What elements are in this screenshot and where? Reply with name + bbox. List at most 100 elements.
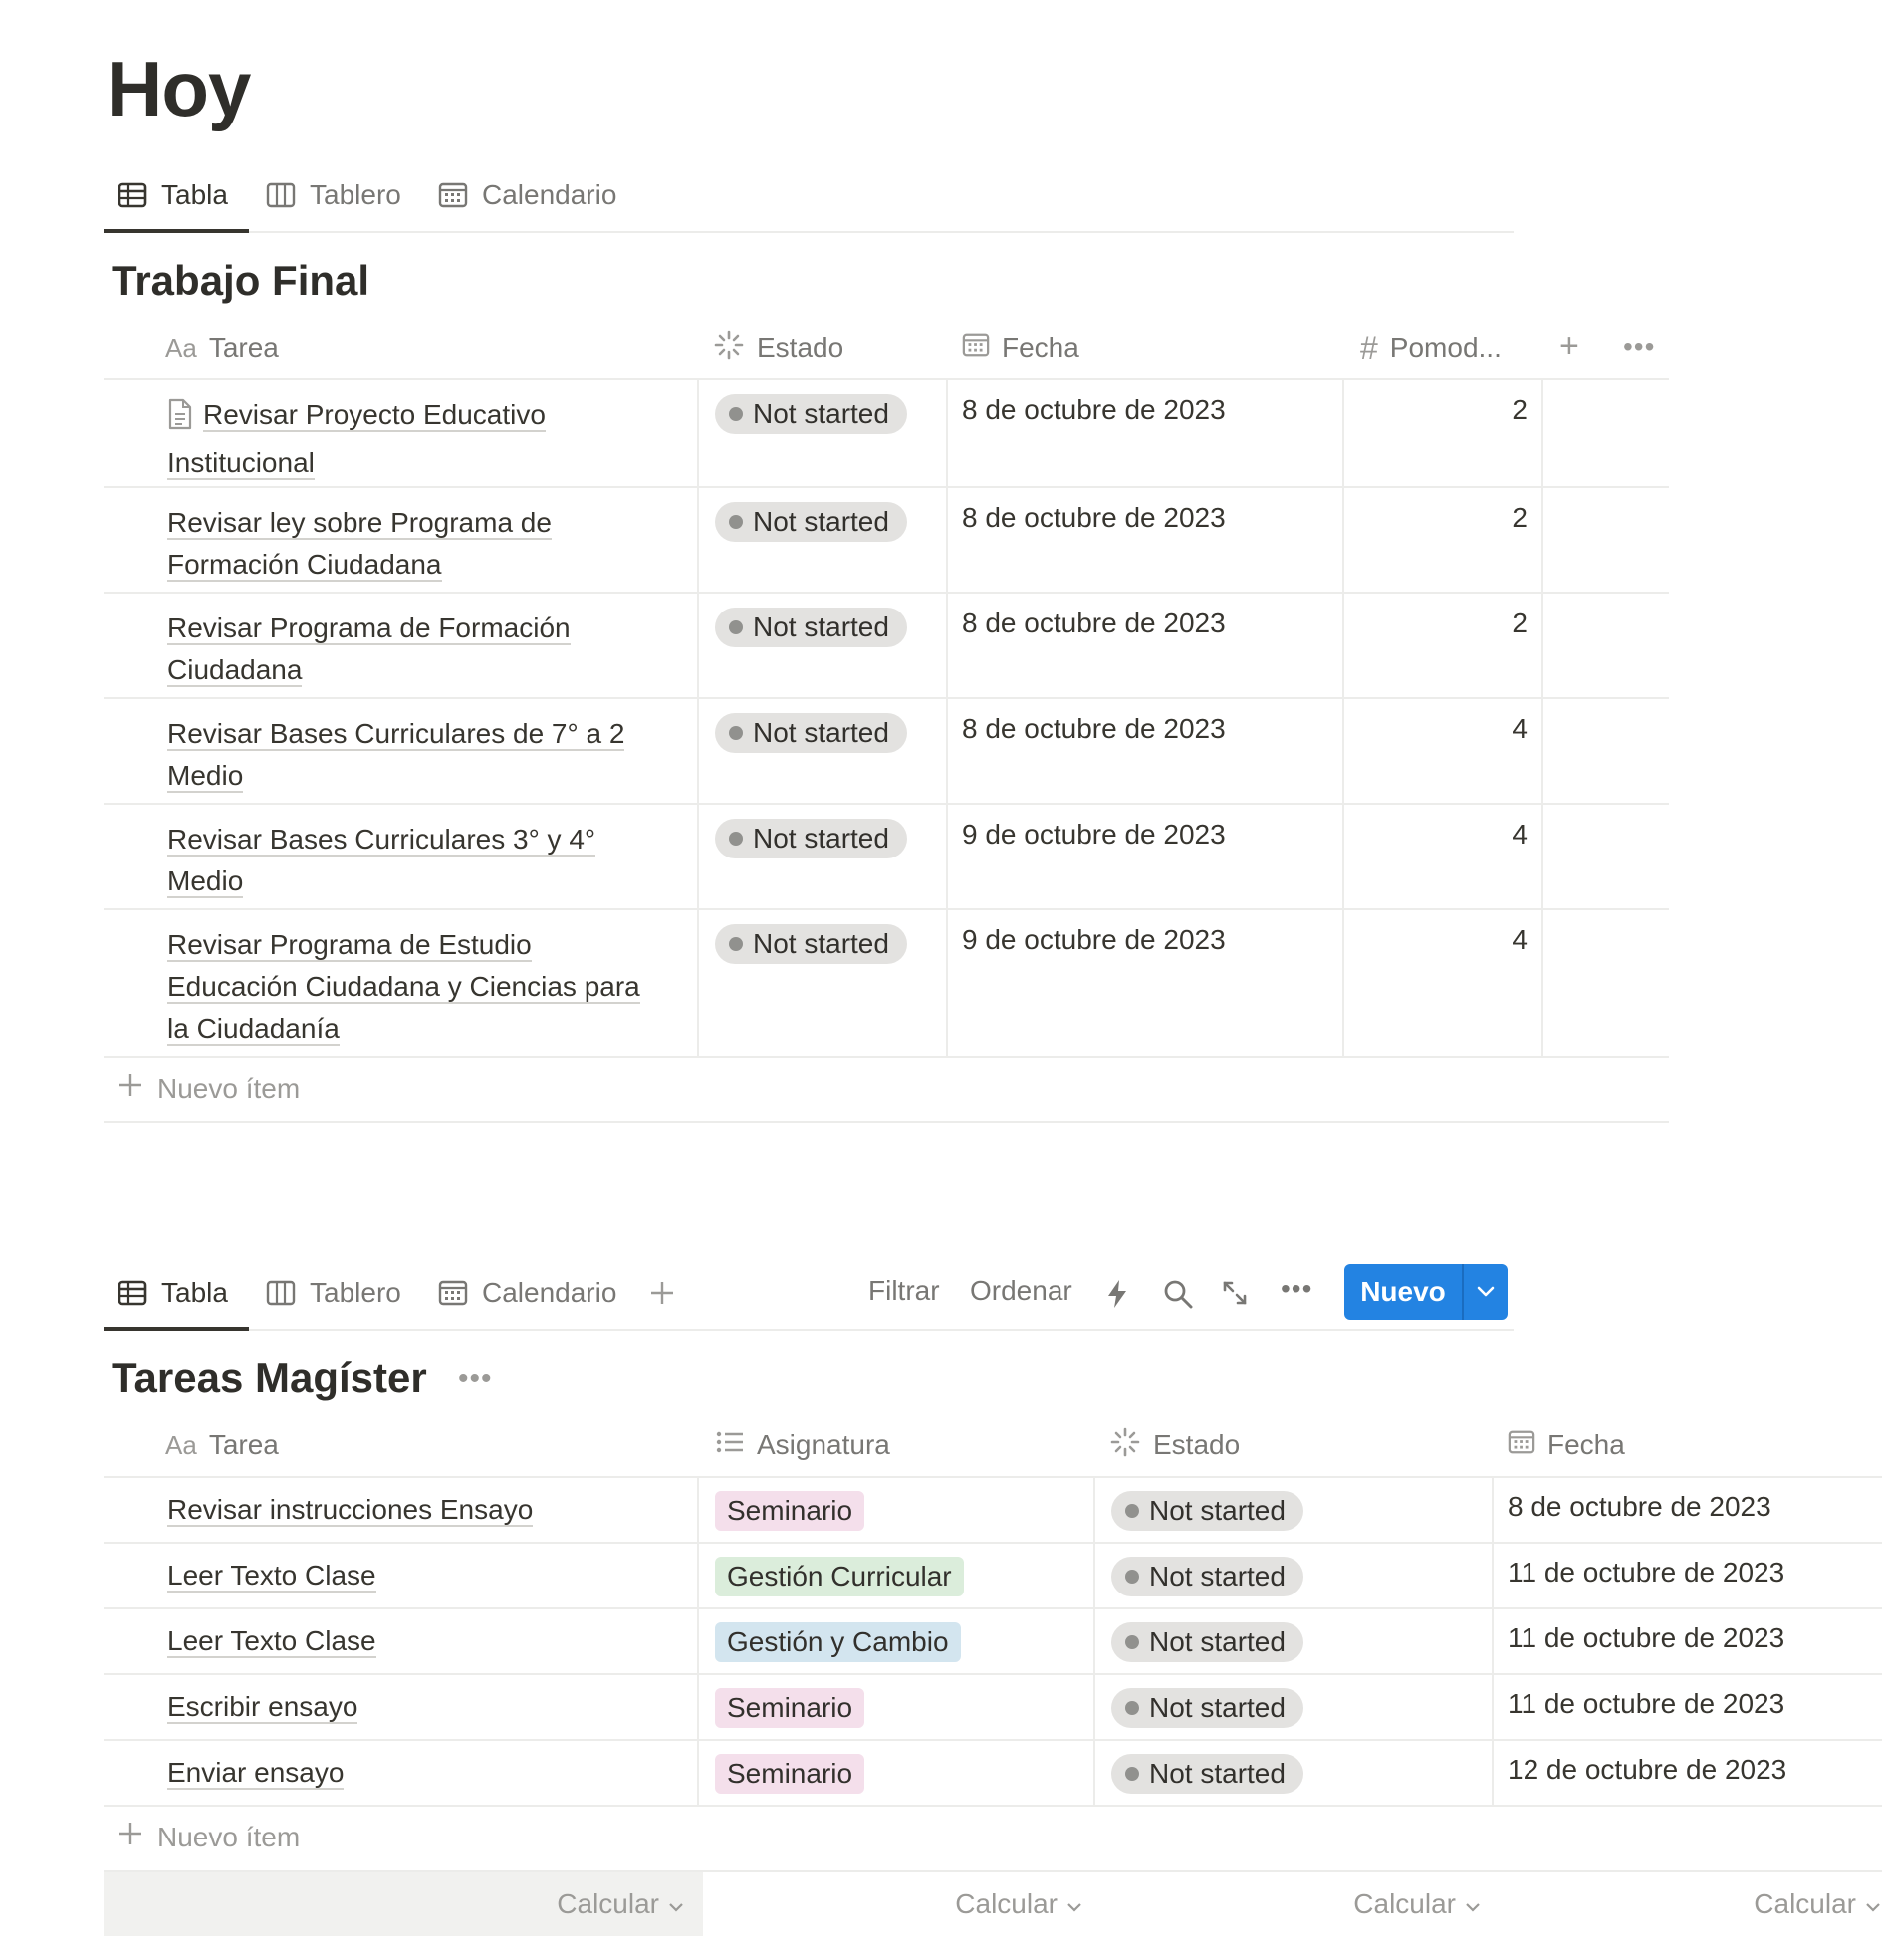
- status-badge[interactable]: Not started: [1111, 1622, 1303, 1662]
- new-item-button[interactable]: Nuevo ítem: [118, 1821, 300, 1853]
- expand-icon[interactable]: [1221, 1279, 1249, 1312]
- date-cell[interactable]: 8 de octubre de 2023: [1508, 1491, 1771, 1523]
- date-cell[interactable]: 9 de octubre de 2023: [962, 924, 1226, 956]
- subject-tag[interactable]: Seminario: [715, 1491, 865, 1531]
- status-badge[interactable]: Not started: [715, 608, 907, 647]
- column-header-fecha[interactable]: Fecha: [1508, 1412, 1625, 1478]
- search-icon[interactable]: [1163, 1279, 1193, 1314]
- filter-button[interactable]: Filtrar: [868, 1275, 940, 1307]
- tab-tabla[interactable]: Tabla: [118, 159, 228, 231]
- task-title[interactable]: Revisar Bases Curriculares de 7° a 2 Med…: [167, 713, 625, 797]
- database-title[interactable]: Trabajo Final: [112, 257, 369, 305]
- new-item-button[interactable]: Nuevo ítem: [118, 1072, 300, 1104]
- table-row[interactable]: Revisar Bases Curriculares 3° y 4° Medio…: [104, 805, 1669, 910]
- table-row[interactable]: Revisar Programa de Formación Ciudadana …: [104, 594, 1669, 699]
- new-item-row[interactable]: Nuevo ítem: [104, 1058, 1669, 1123]
- calculate-estado[interactable]: Calcular: [1101, 1872, 1500, 1936]
- date-cell[interactable]: 12 de octubre de 2023: [1508, 1754, 1786, 1786]
- sort-button[interactable]: Ordenar: [970, 1275, 1072, 1307]
- tab-tablero[interactable]: Tablero: [266, 1257, 401, 1329]
- task-title[interactable]: Escribir ensayo: [167, 1686, 358, 1728]
- column-header-estado[interactable]: Estado: [713, 315, 843, 380]
- tab-tabla[interactable]: Tabla: [118, 1257, 228, 1329]
- column-header-tarea[interactable]: Aa Tarea: [165, 1412, 279, 1478]
- table-icon: [118, 182, 147, 208]
- date-cell[interactable]: 8 de octubre de 2023: [962, 394, 1226, 426]
- date-cell[interactable]: 8 de octubre de 2023: [962, 502, 1226, 534]
- table-row[interactable]: Revisar Bases Curriculares de 7° a 2 Med…: [104, 699, 1669, 805]
- add-view-button[interactable]: [649, 1257, 675, 1329]
- more-options-icon[interactable]: •••: [1281, 1273, 1312, 1305]
- status-badge[interactable]: Not started: [715, 394, 907, 434]
- table-row[interactable]: Revisar instrucciones Ensayo Seminario N…: [104, 1478, 1882, 1544]
- new-item-row[interactable]: Nuevo ítem: [104, 1807, 1882, 1872]
- tab-tablero[interactable]: Tablero: [266, 159, 401, 231]
- table-icon: [118, 1280, 147, 1306]
- date-cell[interactable]: 11 de octubre de 2023: [1508, 1557, 1784, 1589]
- status-badge[interactable]: Not started: [715, 713, 907, 753]
- column-divider: [697, 910, 699, 1056]
- status-badge[interactable]: Not started: [1111, 1688, 1303, 1728]
- status-badge[interactable]: Not started: [715, 502, 907, 542]
- pomodoros-cell[interactable]: 2: [1342, 394, 1528, 426]
- task-title[interactable]: Revisar instrucciones Ensayo: [167, 1489, 534, 1531]
- add-property-icon[interactable]: +: [1559, 327, 1579, 366]
- pomodoros-cell[interactable]: 4: [1342, 713, 1528, 745]
- new-button-label[interactable]: Nuevo: [1344, 1264, 1462, 1320]
- subject-tag[interactable]: Gestión Curricular: [715, 1557, 964, 1596]
- status-property-icon: [1109, 1426, 1141, 1465]
- column-divider: [1093, 1741, 1095, 1805]
- column-header-asignatura[interactable]: Asignatura: [715, 1412, 890, 1478]
- status-badge[interactable]: Not started: [1111, 1754, 1303, 1794]
- task-title[interactable]: Revisar Programa de Formación Ciudadana: [167, 608, 571, 691]
- column-header-fecha[interactable]: Fecha: [962, 315, 1079, 380]
- date-cell[interactable]: 11 de octubre de 2023: [1508, 1688, 1784, 1720]
- task-title[interactable]: Leer Texto Clase: [167, 1620, 376, 1662]
- date-cell[interactable]: 8 de octubre de 2023: [962, 713, 1226, 745]
- task-title[interactable]: Revisar Programa de Estudio Educación Ci…: [167, 924, 640, 1050]
- pomodoros-cell[interactable]: 4: [1342, 924, 1528, 956]
- calculate-fecha[interactable]: Calcular: [1500, 1872, 1882, 1936]
- tab-calendario[interactable]: Calendario: [438, 159, 616, 231]
- task-title[interactable]: Revisar Proyecto Educativo Institucional: [167, 394, 546, 484]
- column-header-pomodoros[interactable]: # Pomod...: [1360, 315, 1502, 380]
- lightning-icon[interactable]: [1105, 1279, 1129, 1314]
- status-property-icon: [713, 329, 745, 368]
- task-title[interactable]: Revisar ley sobre Programa de Formación …: [167, 502, 552, 586]
- table-row[interactable]: Leer Texto Clase Gestión y Cambio Not st…: [104, 1609, 1882, 1675]
- date-cell[interactable]: 9 de octubre de 2023: [962, 819, 1226, 851]
- pomodoros-cell[interactable]: 2: [1342, 608, 1528, 639]
- calculate-tarea[interactable]: Calcular: [104, 1872, 703, 1936]
- chevron-down-icon[interactable]: [1464, 1264, 1508, 1320]
- tab-calendario[interactable]: Calendario: [438, 1257, 616, 1329]
- pomodoros-cell[interactable]: 2: [1342, 502, 1528, 534]
- date-cell[interactable]: 11 de octubre de 2023: [1508, 1622, 1784, 1654]
- calculate-asignatura[interactable]: Calcular: [703, 1872, 1101, 1936]
- subject-tag[interactable]: Seminario: [715, 1688, 865, 1728]
- table-row[interactable]: Revisar Proyecto Educativo Institucional…: [104, 380, 1669, 488]
- table-row[interactable]: Enviar ensayo Seminario Not started 12 d…: [104, 1741, 1882, 1807]
- more-options-icon[interactable]: •••: [458, 1362, 493, 1396]
- subject-tag[interactable]: Gestión y Cambio: [715, 1622, 961, 1662]
- task-title[interactable]: Leer Texto Clase: [167, 1555, 376, 1596]
- more-options-icon[interactable]: •••: [1623, 331, 1655, 363]
- table-row[interactable]: Revisar ley sobre Programa de Formación …: [104, 488, 1669, 594]
- status-badge[interactable]: Not started: [715, 819, 907, 858]
- database-title[interactable]: Tareas Magíster: [112, 1354, 427, 1402]
- pomodoros-cell[interactable]: 4: [1342, 819, 1528, 851]
- task-title[interactable]: Revisar Bases Curriculares 3° y 4° Medio: [167, 819, 596, 902]
- page-title: Hoy: [107, 45, 251, 132]
- status-badge[interactable]: Not started: [1111, 1491, 1303, 1531]
- board-icon: [266, 182, 296, 208]
- date-cell[interactable]: 8 de octubre de 2023: [962, 608, 1226, 639]
- status-badge[interactable]: Not started: [715, 924, 907, 964]
- subject-tag[interactable]: Seminario: [715, 1754, 865, 1794]
- task-title[interactable]: Enviar ensayo: [167, 1752, 345, 1794]
- column-header-tarea[interactable]: Aa Tarea: [165, 315, 279, 380]
- status-badge[interactable]: Not started: [1111, 1557, 1303, 1596]
- column-header-estado[interactable]: Estado: [1109, 1412, 1240, 1478]
- table-row[interactable]: Leer Texto Clase Gestión Curricular Not …: [104, 1544, 1882, 1609]
- table-row[interactable]: Revisar Programa de Estudio Educación Ci…: [104, 910, 1669, 1058]
- table-row[interactable]: Escribir ensayo Seminario Not started 11…: [104, 1675, 1882, 1741]
- new-button[interactable]: Nuevo: [1344, 1264, 1508, 1320]
